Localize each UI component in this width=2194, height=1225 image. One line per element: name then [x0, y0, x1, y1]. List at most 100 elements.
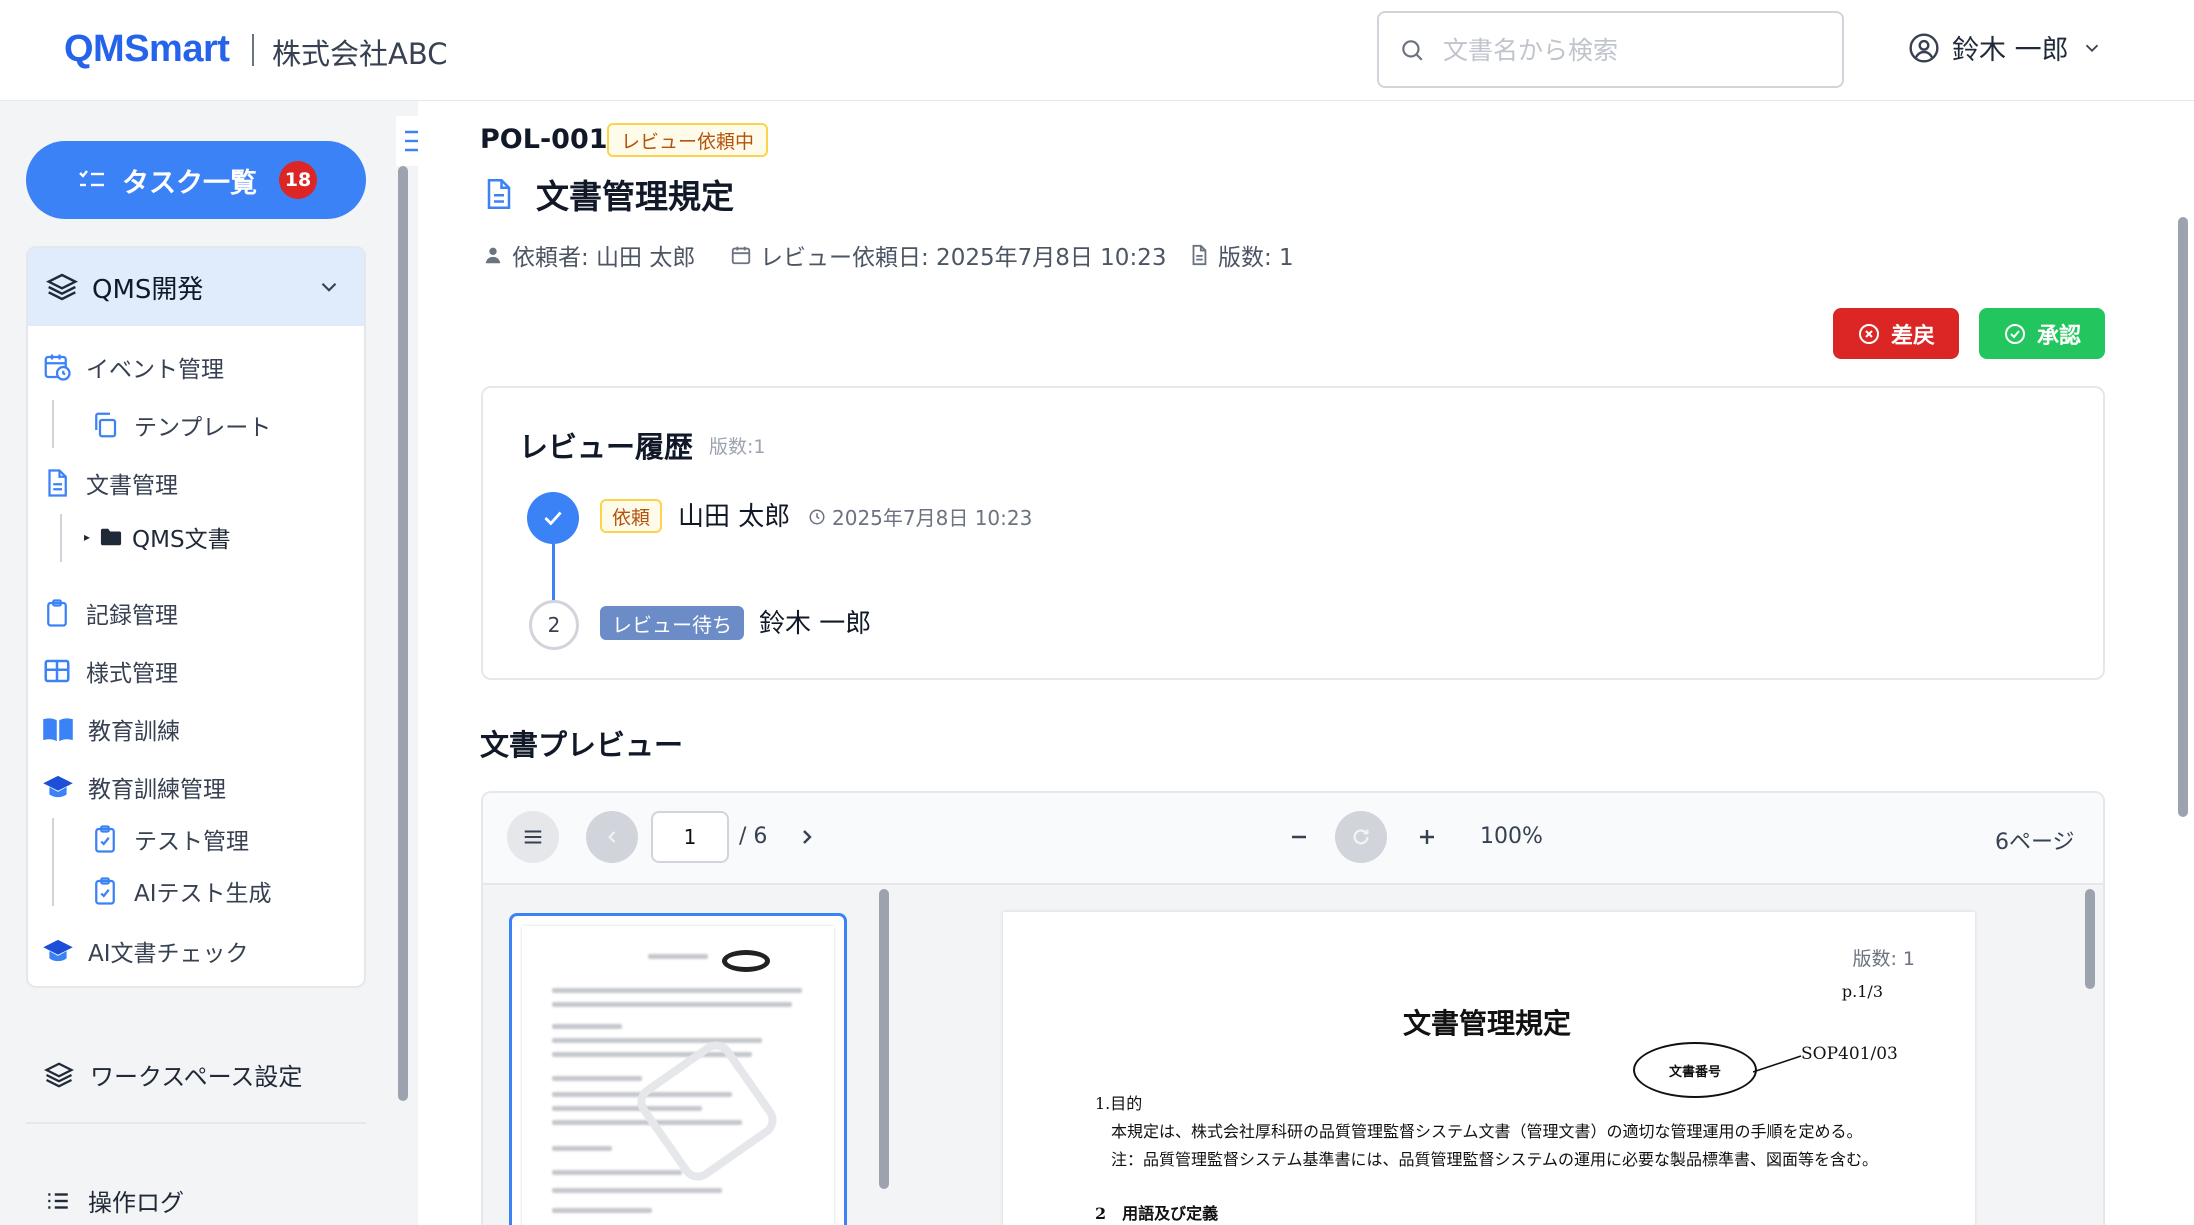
requester-meta: 依頼者: 山田 太郎 [482, 238, 695, 272]
thumbnail-line [648, 954, 708, 959]
top-header: QMSmart 株式会社ABC 鈴木 一郎 [0, 0, 2194, 101]
section-text: 注：品質管理監督システム基準書には、品質管理監督システムの運用に必要な製品標準書… [1111, 1150, 1879, 1169]
previous-page-button[interactable] [586, 811, 638, 863]
reject-button[interactable]: 差戻 [1833, 308, 1959, 359]
document-icon [487, 179, 511, 209]
zoom-in-button[interactable] [1415, 825, 1439, 853]
step-complete-marker [527, 492, 579, 544]
calendar-clock-icon [44, 354, 71, 381]
folder-icon [100, 528, 122, 546]
user-name: 鈴木 一郎 [1952, 35, 2069, 66]
page-title: 文書管理規定 [536, 177, 734, 216]
document-scrollbar[interactable] [2085, 889, 2095, 989]
thumbnail-scrollbar[interactable] [879, 889, 889, 1189]
tree-line [52, 818, 54, 906]
thumbnail-line [552, 1208, 652, 1213]
thumbnail-line [552, 1002, 792, 1007]
chevron-left-icon [608, 831, 616, 843]
thumbnail-line [552, 1146, 612, 1151]
page-number-label: p.1/3 [1841, 982, 1883, 1001]
sidebar-item-training[interactable]: 教育訓練 [42, 712, 180, 746]
check-circle-icon [2004, 323, 2025, 344]
section-heading: 2 用語及び定義 [1095, 1204, 1219, 1223]
workspace-section-header[interactable]: QMS開発 [28, 248, 364, 326]
sidebar-scrollbar[interactable] [398, 166, 408, 1101]
sidebar-item-records[interactable]: 記録管理 [42, 596, 178, 630]
thumbnail-line [552, 1170, 682, 1175]
sidebar-item-label: AIテスト生成 [134, 881, 272, 907]
brand-logo[interactable]: QMSmart [64, 28, 230, 71]
reset-zoom-button[interactable] [1335, 811, 1387, 863]
minus-icon [1292, 835, 1306, 839]
sidebar-item-label: イベント管理 [86, 357, 224, 383]
step-number-marker: 2 [529, 600, 579, 650]
sidebar-item-forms[interactable]: 様式管理 [42, 654, 178, 688]
sidebar-item-document[interactable]: 文書管理 [42, 466, 178, 500]
thumbnail-line [552, 1038, 762, 1043]
chevron-down-icon [321, 282, 337, 292]
review-history-version: 版数:1 [709, 436, 766, 458]
layers-icon [46, 273, 78, 301]
requester-text: 依頼者: 山田 太郎 [512, 245, 696, 271]
next-page-button[interactable] [795, 825, 819, 853]
clipboard-check-icon [95, 825, 115, 853]
document-code: POL-001 [480, 124, 608, 155]
sidebar-toggle-button[interactable] [507, 811, 559, 863]
graduation-cap-icon [43, 939, 73, 962]
thumbnail-line [552, 988, 802, 993]
plus-icon [1420, 830, 1434, 844]
page-scrollbar[interactable] [2178, 217, 2188, 817]
approve-label: 承認 [2036, 323, 2081, 349]
search-box[interactable] [1377, 11, 1844, 88]
sidebar-divider [26, 1122, 366, 1124]
table-icon [44, 659, 70, 683]
tree-line [60, 514, 62, 562]
task-list-icon [79, 170, 104, 187]
search-input[interactable] [1443, 29, 1823, 71]
sidebar-item-test-management[interactable]: テスト管理 [90, 822, 249, 856]
zoom-out-button[interactable] [1287, 825, 1311, 853]
page-number-input[interactable] [651, 811, 729, 863]
task-count-badge: 18 [279, 161, 317, 199]
thumbnail-watermark [630, 1034, 784, 1188]
clock-icon [809, 509, 825, 524]
brand-separator [252, 34, 254, 66]
thumbnail-line [552, 1076, 642, 1081]
reviewer-name: 鈴木 一郎 [759, 609, 872, 639]
document-number: SOP401/03 [1801, 1044, 1898, 1064]
layers-icon [44, 1061, 74, 1088]
copy-icon [95, 412, 117, 438]
file-icon [1192, 244, 1207, 266]
approve-button[interactable]: 承認 [1979, 308, 2105, 359]
user-circle-icon [1909, 32, 1939, 63]
check-icon [544, 511, 562, 526]
sidebar-item-workspace-settings[interactable]: ワークスペース設定 [44, 1057, 302, 1092]
user-menu[interactable]: 鈴木 一郎 [1908, 28, 2103, 67]
task-list-button[interactable]: タスク一覧 18 [26, 141, 366, 219]
sidebar-item-ai-test-generation[interactable]: AIテスト生成 [90, 874, 272, 908]
sidebar-item-template[interactable]: テンプレート [90, 408, 271, 442]
document-number-callout: 文書番号 [1633, 1042, 1757, 1098]
task-list-label: タスク一覧 [122, 167, 257, 199]
page-version: 版数: 1 [1852, 948, 1915, 970]
sidebar-item-label: 操作ログ [88, 1189, 184, 1217]
sidebar-item-ai-document-check[interactable]: AI文書チェック [42, 934, 249, 968]
document-page: 版数: 1 p.1/3 文書管理規定 文書番号 SOP401/03 1.目的 本… [1003, 912, 1975, 1225]
sidebar-item-operation-log[interactable]: 操作ログ [44, 1183, 184, 1218]
sidebar-item-qms-documents[interactable]: ▸ QMS文書 [84, 520, 231, 554]
sidebar-item-label: 教育訓練 [88, 719, 180, 745]
document-icon [48, 469, 67, 497]
page-thumbnail[interactable] [509, 913, 847, 1225]
review-waiting-tag: レビュー待ち [600, 606, 744, 640]
review-history-title: レビュー履歴 [519, 430, 694, 464]
sidebar-item-label: テンプレート [134, 415, 272, 441]
company-name: 株式会社ABC [272, 37, 448, 71]
version-meta: 版数: 1 [1188, 238, 1294, 272]
thumbnail-line [552, 1024, 622, 1029]
request-tag: 依頼 [600, 499, 663, 533]
sidebar-item-event[interactable]: イベント管理 [42, 350, 224, 384]
thumbnail-stamp [722, 950, 770, 972]
callout-pointer [1753, 1055, 1802, 1073]
chevron-down-icon [2085, 44, 2098, 52]
sidebar-item-training-management[interactable]: 教育訓練管理 [42, 770, 226, 804]
